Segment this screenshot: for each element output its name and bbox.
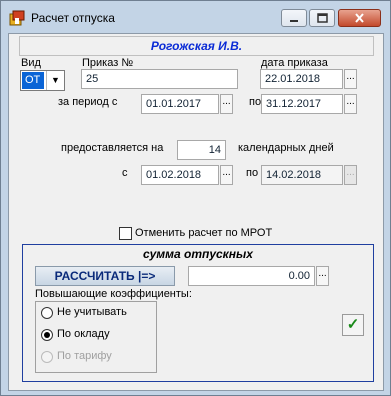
coefficients-radio-group: Не учитывать По окладу По тарифу — [35, 301, 157, 373]
from-label: с — [122, 167, 128, 179]
order-date-label: дата приказа — [261, 57, 328, 69]
coefficients-label: Повышающие коэффициенты: — [35, 288, 192, 300]
window-title: Расчет отпуска — [31, 11, 115, 25]
period-to-label: по — [249, 96, 262, 108]
maximize-icon — [317, 13, 328, 23]
vacation-calc-window: Расчет отпуска Рогожская И.В. Вид ОТ ▼ П… — [0, 0, 391, 396]
radio-ignore[interactable] — [41, 307, 53, 319]
vacation-sum-group: сумма отпускных РАССЧИТАТЬ |=> 0.00 ... … — [22, 244, 374, 382]
type-label: Вид — [21, 57, 41, 69]
days-unit-label: календарных дней — [238, 142, 334, 154]
order-number-label: Приказ № — [82, 57, 134, 69]
period-to-picker-button[interactable]: ... — [344, 94, 357, 114]
period-to-input[interactable]: 31.12.2017 — [261, 94, 343, 114]
order-date-input[interactable]: 22.01.2018 — [260, 69, 343, 89]
checkmark-icon: ✓ — [346, 316, 360, 333]
ok-button[interactable]: ✓ — [342, 314, 364, 336]
order-number-input[interactable]: 25 — [81, 69, 238, 89]
radio-by-salary-label[interactable]: По окладу — [57, 328, 110, 340]
vacation-sum-title: сумма отпускных — [143, 247, 253, 261]
cancel-mrot-checkbox[interactable] — [119, 227, 132, 240]
vacation-from-input[interactable]: 01.02.2018 — [141, 165, 219, 185]
vacation-to-picker-button: ... — [344, 165, 357, 185]
vacation-sum-details-button[interactable]: ... — [316, 266, 329, 286]
form-area: Рогожская И.В. Вид ОТ ▼ Приказ № 25 дата… — [8, 33, 384, 391]
radio-ignore-label[interactable]: Не учитывать — [57, 306, 127, 318]
granted-label: предоставляется на — [61, 142, 164, 154]
employee-name: Рогожская И.В. — [19, 36, 374, 56]
chevron-down-icon[interactable]: ▼ — [46, 71, 64, 90]
minimize-button[interactable] — [281, 9, 307, 27]
close-icon — [355, 13, 364, 23]
granted-days-input[interactable]: 14 — [177, 140, 226, 160]
calculate-button[interactable]: РАССЧИТАТЬ |=> — [35, 266, 175, 286]
close-button[interactable] — [338, 9, 381, 27]
type-select[interactable]: ОТ ▼ — [20, 70, 65, 91]
app-icon — [9, 10, 25, 26]
radio-by-tariff-label: По тарифу — [57, 350, 112, 362]
radio-by-salary[interactable] — [41, 329, 53, 341]
vacation-to-input: 14.02.2018 — [261, 165, 343, 185]
period-from-picker-button[interactable]: ... — [220, 94, 233, 114]
vacation-from-picker-button[interactable]: ... — [220, 165, 233, 185]
cancel-mrot-label[interactable]: Отменить расчет по МРОТ — [135, 227, 272, 239]
type-select-value: ОТ — [22, 72, 44, 89]
order-date-picker-button[interactable]: ... — [344, 69, 357, 89]
radio-by-tariff — [41, 351, 53, 363]
minimize-icon — [290, 20, 298, 22]
maximize-button[interactable] — [309, 9, 335, 27]
period-from-input[interactable]: 01.01.2017 — [141, 94, 219, 114]
to-label: по — [246, 167, 259, 179]
vacation-sum-amount-input[interactable]: 0.00 — [188, 266, 315, 286]
period-from-label: за период с — [58, 96, 118, 108]
title-bar: Расчет отпуска — [1, 1, 390, 33]
radio-selected-dot — [44, 332, 50, 338]
